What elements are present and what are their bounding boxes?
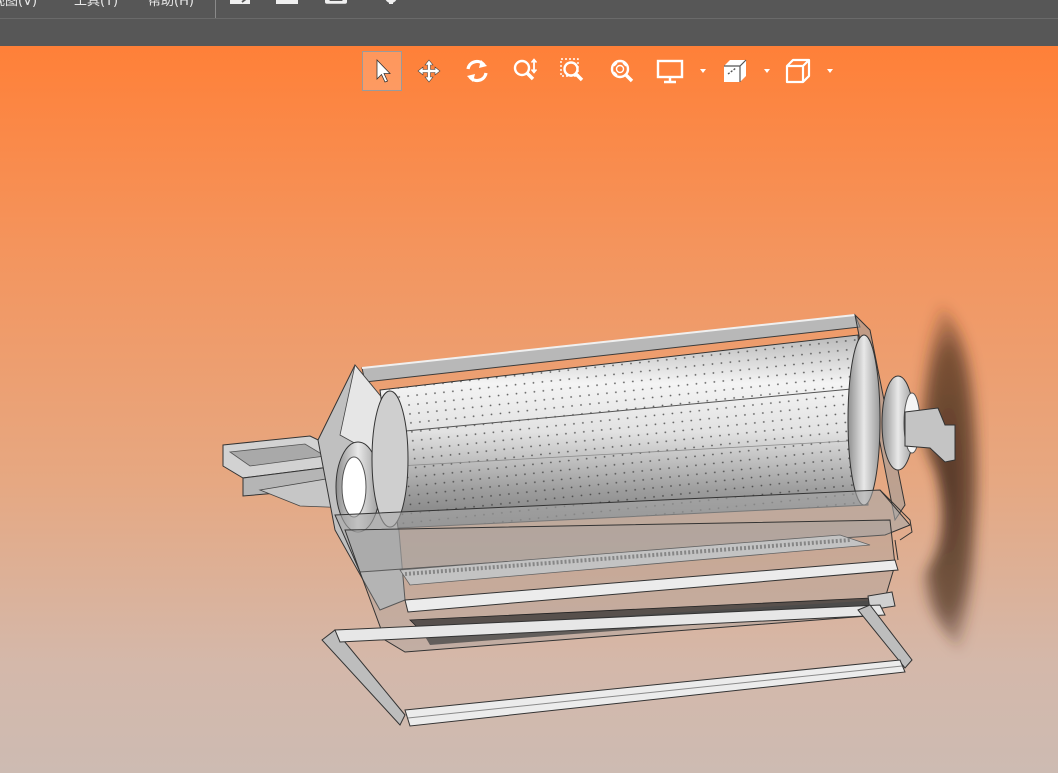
menu-bar: 视图(V) 工具(T) 帮助(H) [0,0,1058,19]
menu-view[interactable]: 视图(V) [0,0,37,11]
secondary-toolbar [0,19,1058,46]
settings-icon[interactable] [380,0,402,8]
menu-tools[interactable]: 工具(T) [74,0,118,11]
menu-separator [215,0,216,18]
open-icon[interactable] [229,0,251,8]
menu-help[interactable]: 帮助(H) [148,0,194,11]
model-shadow [915,295,982,665]
3d-viewport[interactable] [0,46,1058,773]
print-icon[interactable] [325,0,347,8]
save-icon[interactable] [276,0,298,8]
roaster-3d-model[interactable] [0,46,1058,773]
